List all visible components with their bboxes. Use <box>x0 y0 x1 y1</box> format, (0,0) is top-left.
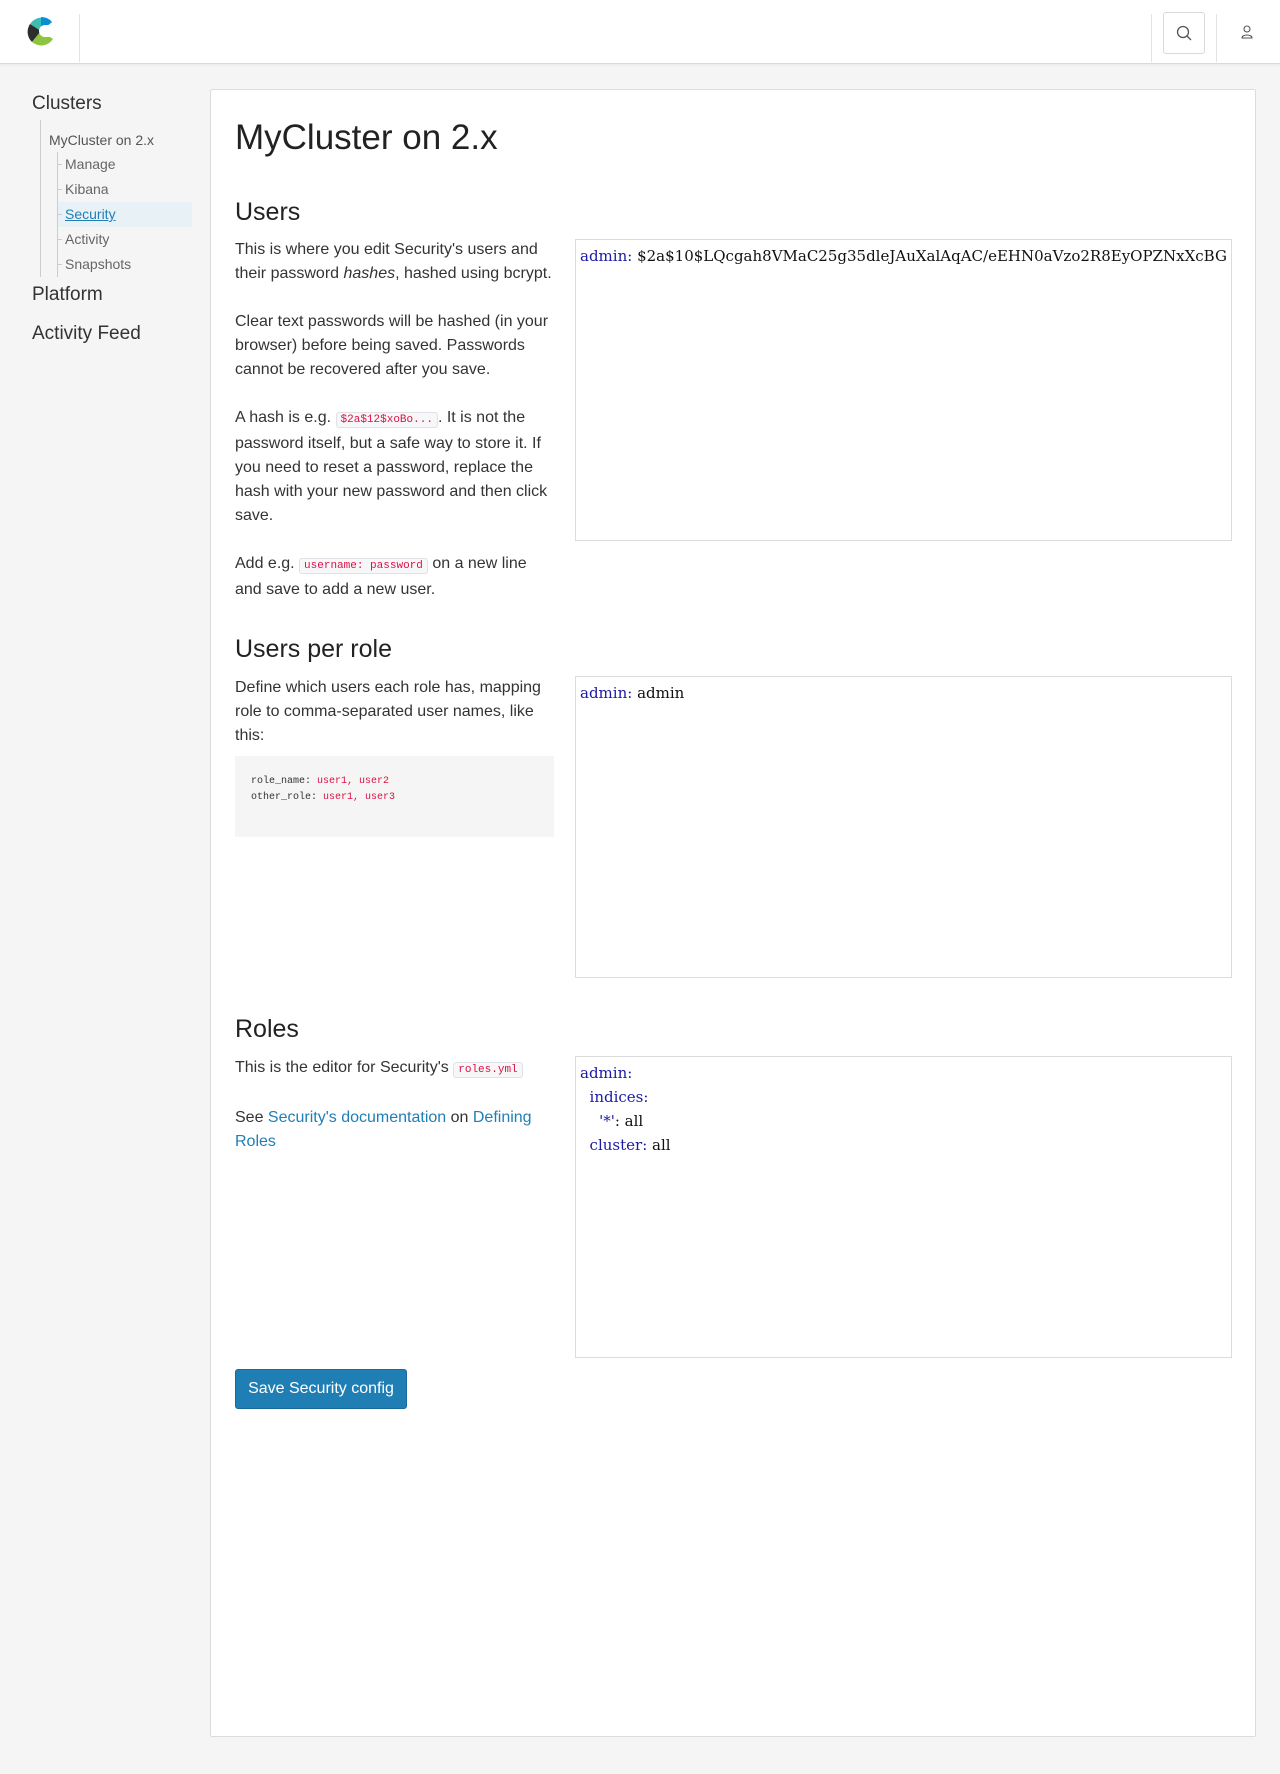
users-desc-p2: Clear text passwords will be hashed (in … <box>235 313 549 378</box>
yaml-value: all <box>624 1112 644 1130</box>
yaml-colon: : <box>627 684 633 702</box>
yaml-value: admin <box>637 684 685 702</box>
topbar-divider <box>79 14 80 62</box>
inline-code: username: password <box>299 558 428 574</box>
nav-cluster-subitems: Manage Kibana Security Activity Snapshot… <box>57 152 192 277</box>
yaml-key: admin <box>580 684 628 702</box>
text: on <box>446 1109 473 1126</box>
roles-desc-p1: This is the editor for Security's roles.… <box>235 1056 555 1082</box>
yaml-key: admin <box>580 247 628 265</box>
topbar-divider <box>1216 14 1217 62</box>
users-description: This is where you edit Security's users … <box>235 238 555 626</box>
yaml-key: '*' <box>599 1112 615 1130</box>
save-security-config-button[interactable]: Save Security config <box>235 1369 407 1409</box>
users-editor[interactable]: admin: $2a$10$LQcgah8VMaC25g35dleJAuXalA… <box>575 239 1232 541</box>
yaml-colon: : <box>627 1064 633 1082</box>
text: See <box>235 1109 268 1126</box>
main-panel: MyCluster on 2.x Users This is where you… <box>210 89 1256 1737</box>
yaml-key: cluster <box>589 1136 643 1154</box>
users-desc-p1: This is where you edit Security's users … <box>235 238 555 286</box>
text: user1, user2 <box>317 776 390 787</box>
users-desc-p4: Add e.g. username: password on a new lin… <box>235 552 555 602</box>
nav-cluster-tree: MyCluster on 2.x Manage Kibana Security … <box>40 120 192 277</box>
sidebar-item-activity[interactable]: Activity <box>57 227 192 252</box>
elastic-cloud-logo[interactable] <box>24 14 58 48</box>
search-icon <box>1176 25 1192 41</box>
text: A hash is e.g. <box>235 409 336 426</box>
yaml-key: admin <box>580 1064 628 1082</box>
roles-editor[interactable]: admin: indices: '*': all cluster: all <box>575 1056 1232 1358</box>
role-mapping-example: role_name: user1, user2 other_role: user1… <box>235 756 554 837</box>
inline-code: $2a$12$xoBo... <box>335 412 438 428</box>
yaml-colon: : <box>627 247 633 265</box>
nav-activity-feed[interactable]: Activity Feed <box>32 320 192 348</box>
sidebar-item-security[interactable]: Security <box>57 202 192 227</box>
inline-code: roles.yml <box>453 1062 523 1078</box>
users-per-role-editor[interactable]: admin: admin <box>575 676 1232 978</box>
sidebar-item-kibana[interactable]: Kibana <box>57 177 192 202</box>
page-title: MyCluster on 2.x <box>235 118 498 157</box>
nav-cluster-item[interactable]: MyCluster on 2.x <box>41 128 192 152</box>
roles-description: This is the editor for Security's roles.… <box>235 1056 555 1178</box>
yaml-colon: : <box>643 1088 649 1106</box>
users-desc-p3: A hash is e.g. $2a$12$xoBo.... It is not… <box>235 406 555 528</box>
text: other_role: <box>251 792 324 803</box>
yaml-value: $2a$10$LQcgah8VMaC25g35dleJAuXalAqAC/eEH… <box>637 247 1227 265</box>
sidebar: Clusters MyCluster on 2.x Manage Kibana … <box>32 90 192 348</box>
security-documentation-link[interactable]: Security's documentation <box>268 1109 446 1126</box>
search-button[interactable] <box>1163 12 1205 54</box>
example-line: role_name: user1, user2 <box>251 774 538 790</box>
top-bar <box>0 0 1280 64</box>
text: Add e.g. <box>235 555 300 572</box>
roles-heading: Roles <box>235 1015 299 1043</box>
user-menu-button[interactable] <box>1235 20 1259 44</box>
topbar-divider <box>1151 14 1152 62</box>
text: This is the editor for Security's <box>235 1059 454 1076</box>
text: role_name: <box>251 776 318 787</box>
yaml-value: all <box>652 1136 671 1154</box>
text: , hashed using bcrypt. <box>395 265 552 282</box>
sidebar-item-manage[interactable]: Manage <box>57 152 192 177</box>
example-line: other_role: user1, user3 <box>251 790 538 806</box>
text: hashes <box>343 265 396 282</box>
roles-desc-p2: See Security's documentation on Defining… <box>235 1106 555 1154</box>
nav-clusters[interactable]: Clusters <box>32 90 192 118</box>
user-icon <box>1241 25 1253 39</box>
users-per-role-desc: Define which users each role has, mappin… <box>235 679 541 744</box>
yaml-colon: : <box>642 1136 648 1154</box>
text: user1, user3 <box>323 792 396 803</box>
yaml-key: indices <box>589 1088 644 1106</box>
nav-platform[interactable]: Platform <box>32 281 192 309</box>
users-per-role-heading: Users per role <box>235 635 392 663</box>
sidebar-item-snapshots[interactable]: Snapshots <box>57 252 192 277</box>
users-heading: Users <box>235 198 301 226</box>
